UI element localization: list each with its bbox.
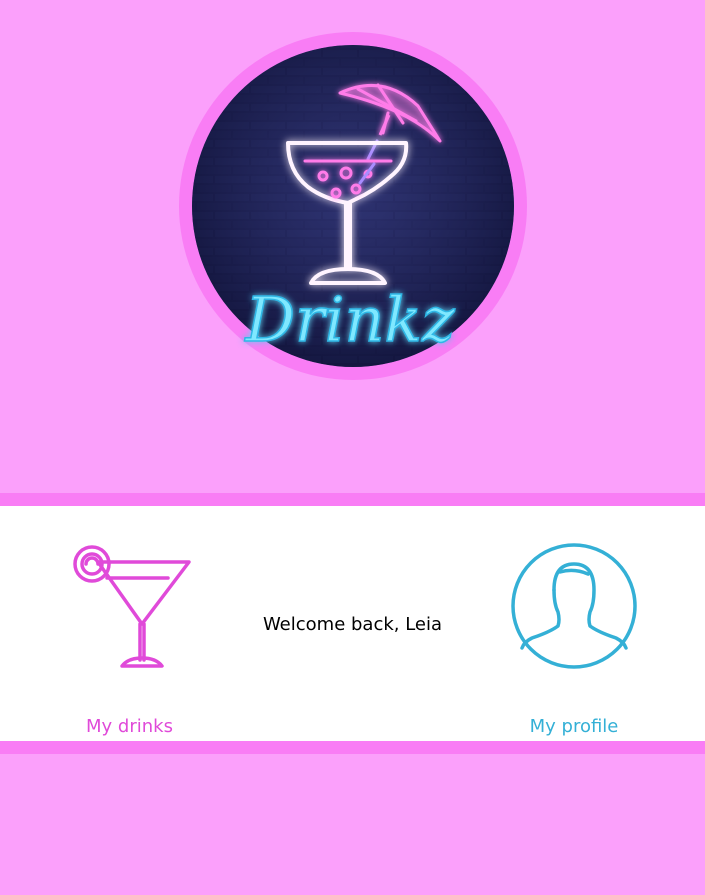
welcome-message: Welcome back, Leia (262, 614, 443, 635)
logo-text: Drinkz (244, 283, 455, 356)
martini-glass-icon (73, 545, 191, 668)
my-profile-button[interactable]: My profile (510, 542, 640, 737)
drinkz-logo: Drinkz (178, 31, 528, 381)
neon-cocktail-logo-icon: Drinkz (179, 32, 527, 380)
bottom-divider-stripe (0, 741, 705, 754)
top-divider-stripe (0, 493, 705, 506)
home-panel: My drinks Welcome back, Leia My profile (0, 506, 705, 741)
user-silhouette-icon (511, 543, 637, 669)
my-profile-label[interactable]: My profile (510, 716, 638, 737)
app-screen: Drinkz My drinks Welcome back, Leia My p… (0, 0, 705, 895)
my-drinks-button[interactable]: My drinks (68, 542, 193, 737)
my-drinks-label[interactable]: My drinks (68, 716, 191, 737)
